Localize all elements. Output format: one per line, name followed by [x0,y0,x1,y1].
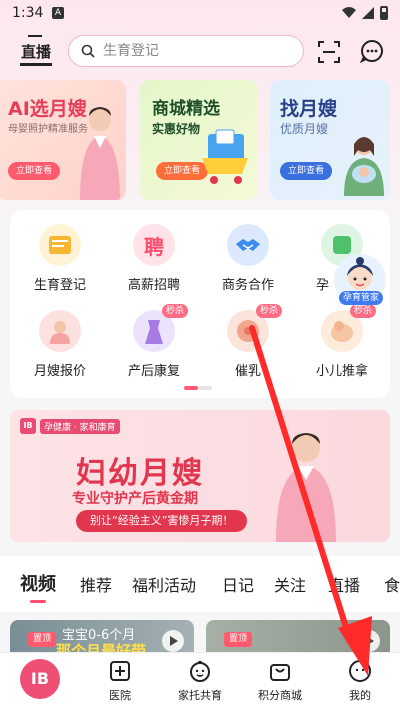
battery-icon [380,6,388,20]
search-bar[interactable] [68,35,304,67]
tab-follow[interactable]: 关注 [274,572,306,596]
service-nanny-price[interactable]: 月嫂报价 [24,310,96,379]
status-time: 1:34 [12,5,44,21]
tab-recommend[interactable]: 推荐 [80,572,112,596]
service-postpartum-recovery[interactable]: 秒杀 产后康复 [118,304,190,379]
brand-name: 孕健康 · 家和康育 [40,418,120,434]
banner-brand: IB 孕健康 · 家和康育 [20,418,120,434]
tab-video[interactable]: 视频 [20,570,56,596]
tab-food[interactable]: 食 [384,572,400,596]
nanny-photo-icon [80,107,120,200]
banner-subtitle: 专业守护产后黄金期 [72,491,198,507]
hospital-icon [110,661,130,681]
service-recruitment[interactable]: 聘 高薪招聘 [118,224,190,293]
banner-tagline: 别让“经验主义”害惨月子期！ [76,510,248,532]
service-label: 高薪招聘 [127,278,180,293]
search-icon [81,44,95,58]
notification-icon: A [52,7,64,19]
service-lactation[interactable]: 秒杀 催乳 [212,304,284,379]
tab-welfare[interactable]: 福利活动 [132,572,196,596]
promo-title: 找月嫂 [280,98,338,120]
home-logo-button[interactable]: IB [20,659,60,699]
page-dot-active [184,386,198,390]
pinned-badge: 置顶 [224,632,253,647]
signal-icon [362,7,374,19]
service-birth-registration[interactable]: 生育登记 [24,224,96,293]
promo-banner[interactable]: IB 孕健康 · 家和康育 妇幼月嫂 专业守护产后黄金期 别让“经验主义”害惨月… [10,410,390,542]
flash-sale-badge: 秒杀 [256,304,283,318]
promo-title: 商城精选 [152,99,220,119]
tab-diary[interactable]: 日记 [222,572,254,596]
promo-row: AI选月嫂 母婴照护精准服务 立即查看 商城精选 实惠好物 立即查看 找月嫂 优… [0,80,400,202]
pinned-badge: 置顶 [28,632,57,647]
service-label: 小儿推拿 [315,364,368,379]
service-baby-massage[interactable]: 秒杀 小儿推拿 [306,304,378,379]
baby-face-icon [190,660,210,682]
message-icon[interactable] [360,39,384,63]
recruit-icon: 聘 [133,224,175,266]
nav-label: 家托共育 [178,689,222,702]
banner-title: 妇幼月嫂 [76,456,204,491]
service-business-cooperation[interactable]: 商务合作 [212,224,284,293]
bottom-nav: IB 医院 家托共育 积分商城 我的 [0,652,400,712]
tab-underline [30,600,46,603]
page-indicator [184,386,216,390]
brand-logo-icon: IB [20,418,36,434]
nav-family-care[interactable]: 家托共育 [170,659,230,703]
nav-points-mall[interactable]: 积分商城 [250,659,310,703]
nav-label: 医院 [109,689,131,702]
search-input[interactable] [103,40,293,62]
shopping-bag-icon [270,664,290,681]
nav-label: 积分商城 [258,689,302,702]
register-icon [39,224,81,266]
status-indicators [342,6,388,20]
promo-card-ai-nanny[interactable]: AI选月嫂 母婴照护精准服务 立即查看 [0,80,126,200]
promo-button[interactable]: 立即查看 [8,162,61,180]
promo-button[interactable]: 立即查看 [280,162,333,180]
nanny-price-icon [39,310,81,352]
assistant-label[interactable]: 孕育管家 [339,291,384,305]
content-tabs: 视频 推荐 福利活动 日记 关注 直播 食 [0,556,400,612]
scan-icon[interactable] [318,41,340,63]
flash-sale-badge: 秒杀 [162,304,189,318]
wifi-icon [342,7,356,18]
nanny-photo-icon [276,433,336,542]
promo-subtitle: 优质月嫂 [280,122,329,136]
live-button[interactable]: 直播 [20,38,52,66]
service-label: 催乳 [234,364,261,379]
nav-mine[interactable]: 我的 [330,659,390,703]
header: 直播 [0,30,400,74]
service-label: 产后康复 [127,364,180,379]
play-icon[interactable] [358,630,380,652]
play-icon[interactable] [162,630,184,652]
service-label: 生育登记 [33,278,86,293]
nav-hospital[interactable]: 医院 [90,659,150,703]
promo-card-find-nanny[interactable]: 找月嫂 优质月嫂 立即查看 [270,80,390,200]
profile-icon [349,660,371,682]
service-label: 商务合作 [221,278,274,293]
promo-subtitle: 实惠好物 [152,122,201,136]
status-bar: 1:34 A [0,0,400,28]
shopping-cart-icon [202,129,248,184]
nav-label: 我的 [349,689,371,702]
service-label: 月嫂报价 [33,364,86,379]
handshake-icon [227,224,269,266]
page-dot [198,386,212,390]
promo-card-mall[interactable]: 商城精选 实惠好物 立即查看 [140,80,258,200]
mother-baby-icon [344,137,384,196]
tab-live[interactable]: 直播 [328,572,360,596]
